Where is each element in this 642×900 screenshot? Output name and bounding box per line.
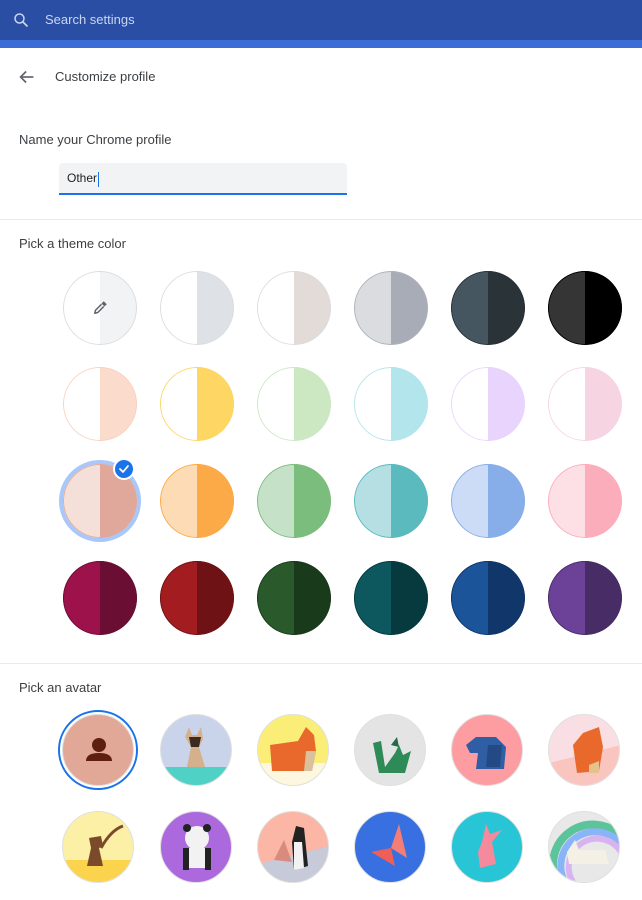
avatar-origami-dragon[interactable]	[354, 714, 426, 786]
swatch-border	[548, 367, 622, 441]
origami-dragon-icon	[373, 737, 411, 773]
theme-swatch-lavender-light[interactable]	[451, 367, 525, 441]
origami-fox-icon	[549, 727, 619, 785]
theme-swatch-pink-light[interactable]	[548, 367, 622, 441]
swatch-border	[451, 367, 525, 441]
section-divider	[0, 663, 642, 664]
avatar-origami-monkey[interactable]	[62, 811, 134, 883]
swatch-border	[548, 464, 622, 538]
swatch-border	[257, 464, 331, 538]
swatch-border	[160, 561, 234, 635]
page-title: Customize profile	[55, 69, 156, 84]
swatch-border	[451, 464, 525, 538]
origami-panda-icon	[183, 824, 211, 870]
origami-monkey-icon	[63, 824, 133, 882]
search-input[interactable]: Search settings	[45, 12, 135, 27]
theme-swatch-pink[interactable]	[548, 464, 622, 538]
theme-swatch-green-dark[interactable]	[257, 561, 331, 635]
profile-name-input[interactable]	[59, 163, 347, 195]
origami-corgi-icon	[258, 727, 328, 785]
settings-toolbar: Search settings	[0, 0, 642, 40]
theme-section-label: Pick a theme color	[19, 236, 126, 251]
theme-swatch-green[interactable]	[257, 464, 331, 538]
swatch-border	[63, 367, 137, 441]
arrow-back-icon[interactable]	[16, 66, 38, 88]
origami-butterfly-icon	[371, 824, 407, 866]
avatar-origami-unicorn[interactable]	[548, 811, 620, 883]
avatar-origami-penguin[interactable]	[257, 811, 329, 883]
avatar-origami-corgi[interactable]	[257, 714, 329, 786]
theme-swatch-orange[interactable]	[160, 464, 234, 538]
swatch-border	[354, 561, 428, 635]
theme-swatch-black[interactable]	[548, 271, 622, 345]
swatch-border	[548, 561, 622, 635]
theme-swatch-blue-grey-dark[interactable]	[451, 271, 525, 345]
theme-swatch-blue[interactable]	[451, 464, 525, 538]
theme-swatch-aqua-light[interactable]	[354, 367, 428, 441]
swatch-border	[257, 367, 331, 441]
swatch-border	[354, 464, 428, 538]
name-section-label: Name your Chrome profile	[19, 132, 172, 147]
swatch-border	[160, 271, 234, 345]
swatch-border	[160, 464, 234, 538]
theme-swatch-teal-dark[interactable]	[354, 561, 428, 635]
subpage-header: Customize profile	[0, 58, 642, 94]
theme-swatch-grey-light[interactable]	[160, 271, 234, 345]
avatar-origami-panda[interactable]	[160, 811, 232, 883]
swatch-border	[354, 271, 428, 345]
theme-swatch-warm-grey[interactable]	[257, 271, 331, 345]
theme-swatch-green-light[interactable]	[257, 367, 331, 441]
theme-swatch-grey[interactable]	[354, 271, 428, 345]
swatch-border	[451, 561, 525, 635]
avatar-origami-butterfly[interactable]	[354, 811, 426, 883]
theme-swatch-teal[interactable]	[354, 464, 428, 538]
theme-swatch-custom-color-picker[interactable]	[63, 271, 137, 345]
swatch-border	[160, 367, 234, 441]
search-icon[interactable]	[12, 11, 30, 29]
eyedropper-icon	[94, 301, 107, 314]
text-caret	[98, 172, 99, 187]
theme-swatch-blue-dark[interactable]	[451, 561, 525, 635]
avatar-origami-rabbit[interactable]	[451, 811, 523, 883]
swatch-border	[548, 271, 622, 345]
section-divider	[0, 219, 642, 220]
avatar-section-label: Pick an avatar	[19, 680, 102, 695]
selected-check-badge	[113, 458, 135, 480]
swatch-border	[257, 561, 331, 635]
origami-penguin-icon	[258, 826, 328, 882]
theme-swatch-yellow-light[interactable]	[160, 367, 234, 441]
avatar-origami-cat[interactable]	[160, 714, 232, 786]
avatar-origami-fox[interactable]	[548, 714, 620, 786]
origami-rabbit-icon	[478, 824, 502, 868]
theme-swatch-purple-dark[interactable]	[548, 561, 622, 635]
swatch-border	[257, 271, 331, 345]
avatar-origami-elephant[interactable]	[451, 714, 523, 786]
swatch-border	[451, 271, 525, 345]
origami-cat-icon	[161, 727, 231, 785]
theme-swatch-red-dark[interactable]	[160, 561, 234, 635]
theme-swatch-magenta-dark[interactable]	[63, 561, 137, 635]
checkmark-icon	[119, 465, 129, 473]
swatch-border	[354, 367, 428, 441]
origami-unicorn-icon	[549, 820, 619, 882]
origami-elephant-icon	[466, 737, 506, 769]
selected-avatar-ring	[58, 710, 138, 790]
toolbar-accent-strip	[0, 40, 642, 48]
theme-swatch-peach-light[interactable]	[63, 367, 137, 441]
swatch-border	[63, 561, 137, 635]
